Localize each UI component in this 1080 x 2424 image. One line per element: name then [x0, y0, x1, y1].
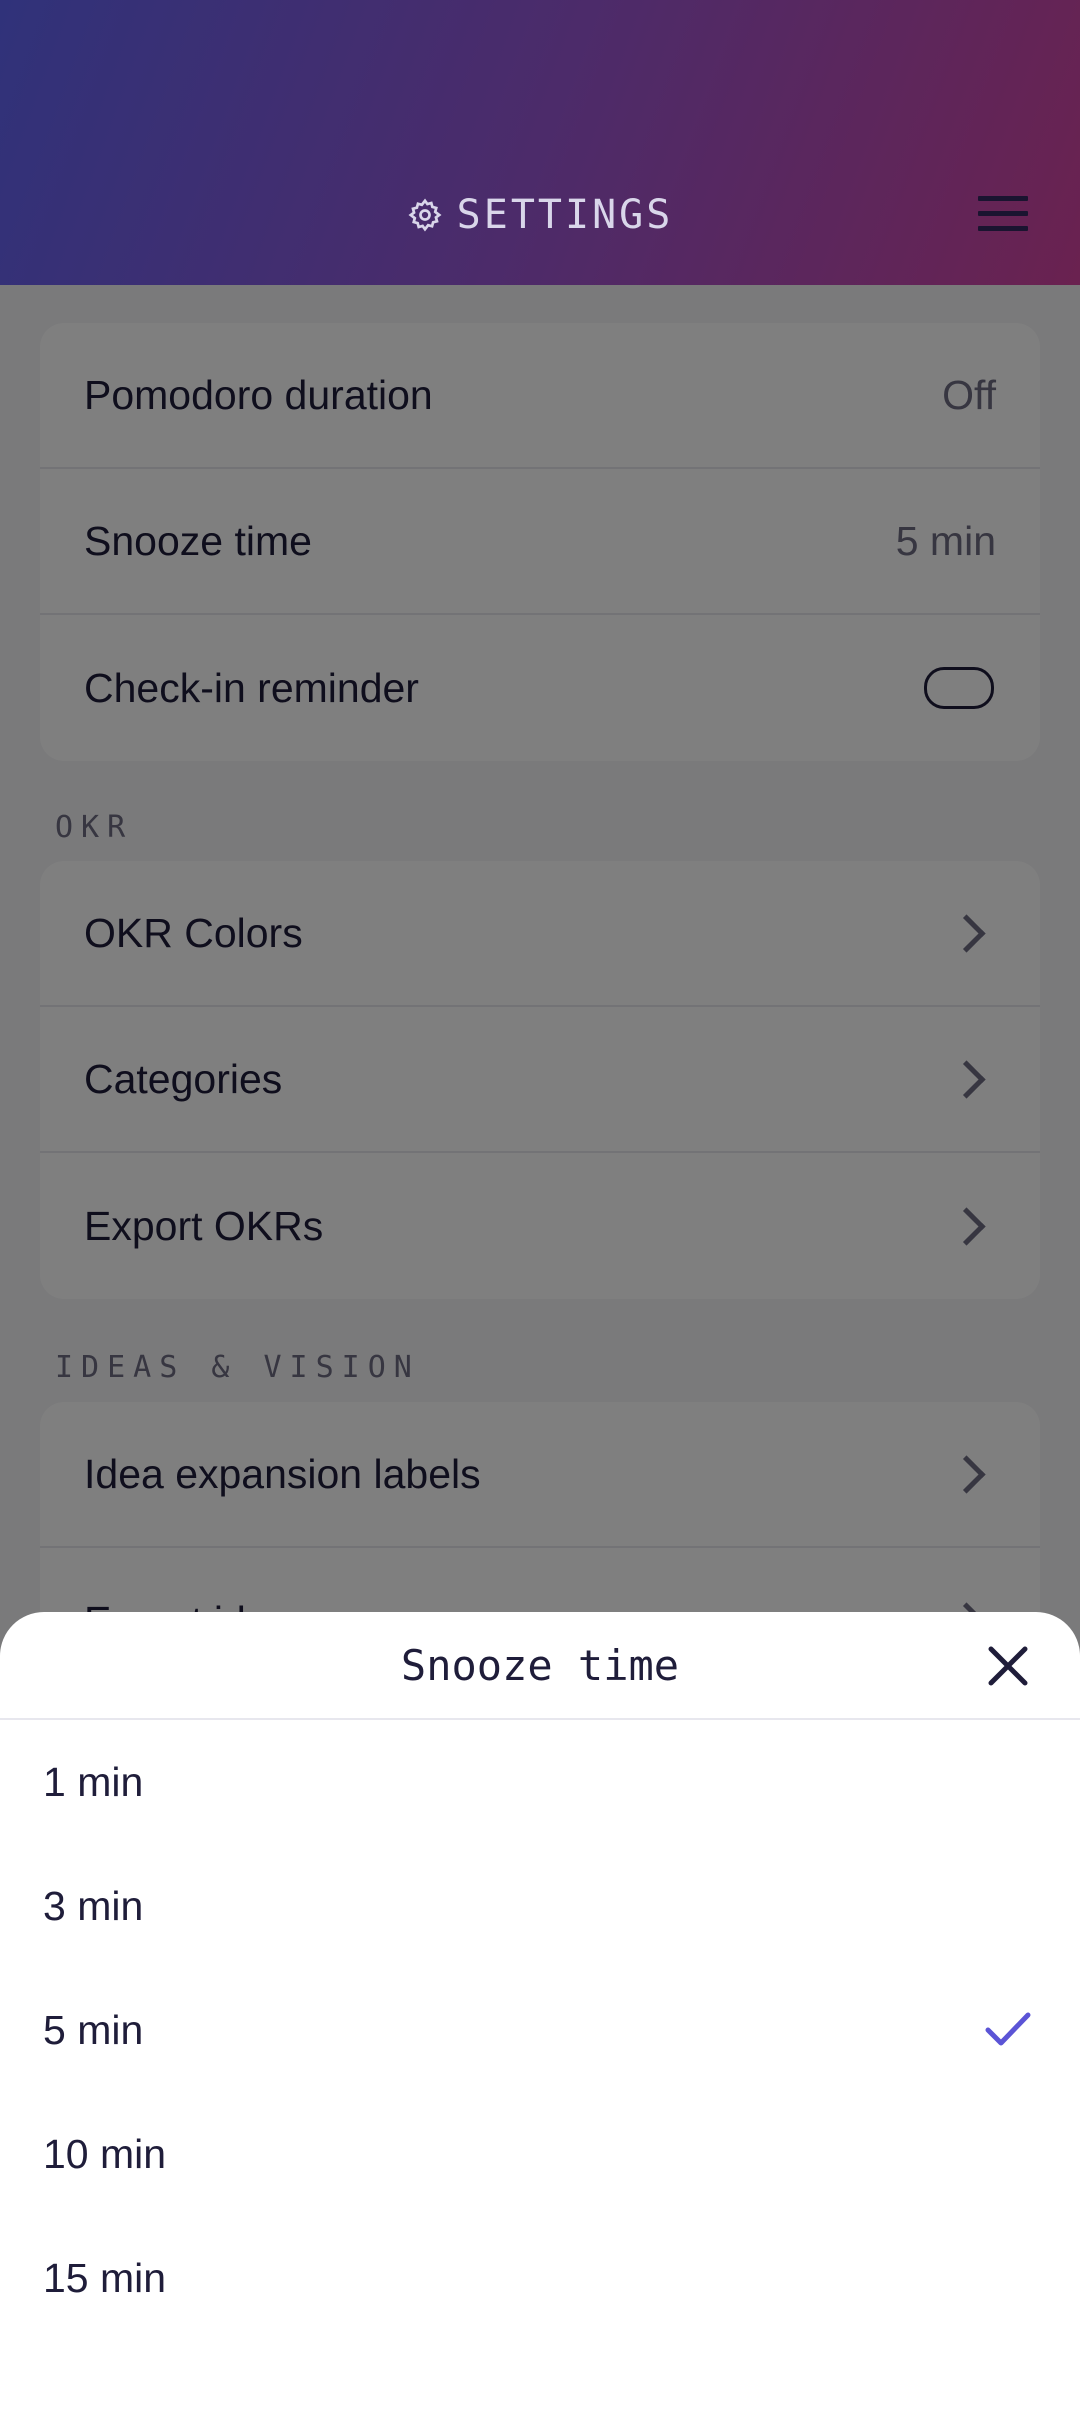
option-label: 10 min	[43, 2130, 167, 2177]
gear-icon	[408, 198, 442, 232]
option-1-min[interactable]: 1 min	[0, 1720, 1080, 1844]
option-15-min[interactable]: 15 min	[0, 2216, 1080, 2340]
snooze-time-sheet: Snooze time 1 min 3 min 5 min 10 min 15 …	[0, 1612, 1080, 2424]
menu-icon[interactable]	[978, 196, 1028, 232]
option-label: 1 min	[43, 1758, 144, 1805]
option-10-min[interactable]: 10 min	[0, 2092, 1080, 2216]
option-5-min[interactable]: 5 min	[0, 1968, 1080, 2092]
check-icon	[985, 2012, 1031, 2046]
option-label: 5 min	[43, 2006, 144, 2053]
close-icon[interactable]	[986, 1644, 1030, 1688]
option-3-min[interactable]: 3 min	[0, 1844, 1080, 1968]
option-label: 15 min	[43, 2254, 167, 2301]
page-title-text: SETTINGS	[456, 192, 674, 238]
sheet-title: Snooze time	[400, 1640, 680, 1690]
page-title: SETTINGS	[0, 185, 1080, 245]
options-list: 1 min 3 min 5 min 10 min 15 min	[0, 1720, 1080, 2340]
sheet-header: Snooze time	[0, 1612, 1080, 1720]
app-header: SETTINGS	[0, 0, 1080, 285]
option-label: 3 min	[43, 1882, 144, 1929]
